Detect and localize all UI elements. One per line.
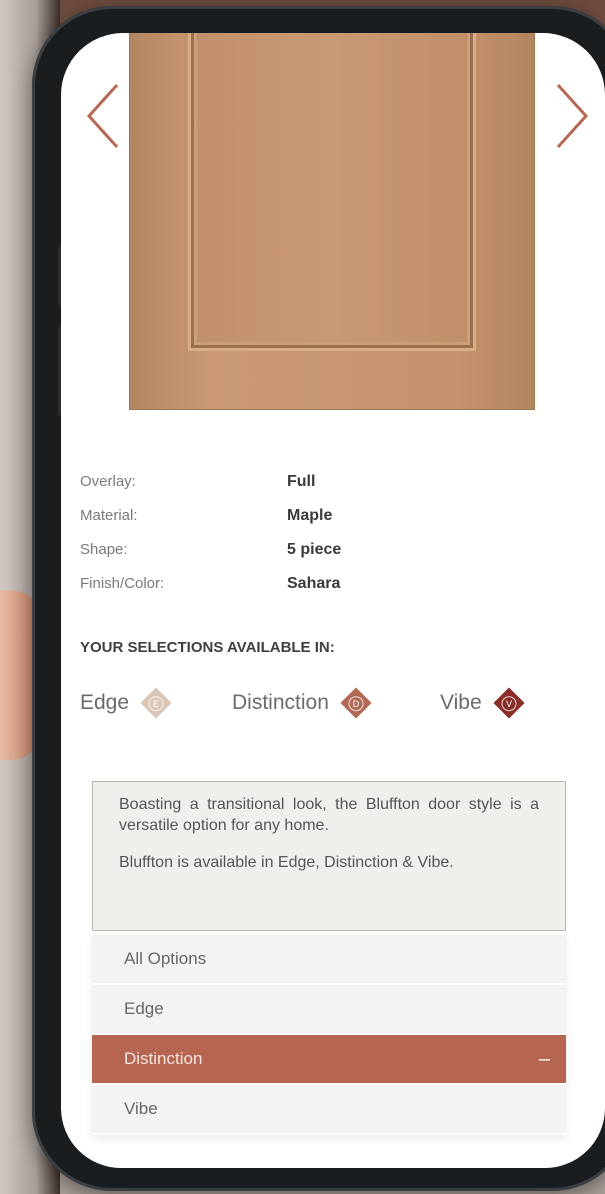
option-edge[interactable]: Edge xyxy=(92,985,566,1035)
distinction-diamond-icon: D xyxy=(340,687,372,719)
vibe-diamond-icon: V xyxy=(493,687,525,719)
spec-value: Sahara xyxy=(287,575,341,592)
option-distinction[interactable]: Distinction – xyxy=(92,1035,566,1085)
spec-row-material: Material: Maple xyxy=(80,507,580,541)
option-vibe[interactable]: Vibe xyxy=(92,1085,566,1135)
line-badge: E xyxy=(148,695,164,711)
prev-arrow-button[interactable] xyxy=(83,81,123,151)
spec-value: 5 piece xyxy=(287,541,342,558)
option-label: Edge xyxy=(124,999,164,1018)
availability-text: Bluffton is available in Edge, Distincti… xyxy=(119,854,454,871)
spec-value: Full xyxy=(287,473,316,490)
options-accordion: All Options Edge Distinction – Vibe xyxy=(92,935,566,1135)
phone-screen: Overlay: Full Material: Maple Shape: 5 p… xyxy=(61,33,605,1168)
option-label: Distinction xyxy=(124,1049,203,1068)
selections-title: YOUR SELECTIONS AVAILABLE IN: xyxy=(80,639,335,656)
product-lines: Edge E Distinction D Vibe V xyxy=(80,683,600,723)
specs-list: Overlay: Full Material: Maple Shape: 5 p… xyxy=(80,473,580,609)
description-box: Boasting a transitional look, the Blufft… xyxy=(92,781,566,931)
spec-label: Overlay: xyxy=(80,473,136,490)
line-label: Edge xyxy=(80,691,130,714)
option-all[interactable]: All Options xyxy=(92,935,566,985)
line-label: Vibe xyxy=(440,691,482,714)
next-arrow-button[interactable] xyxy=(552,81,592,151)
spec-label: Finish/Color: xyxy=(80,575,165,592)
description-text: Boasting a transitional look, the Blufft… xyxy=(119,796,539,834)
option-label: Vibe xyxy=(124,1099,158,1118)
line-badge: D xyxy=(348,695,364,711)
spec-row-shape: Shape: 5 piece xyxy=(80,541,580,575)
door-image xyxy=(130,33,534,409)
spec-label: Material: xyxy=(80,507,138,524)
chevron-left-icon xyxy=(86,83,119,149)
line-item-vibe[interactable]: Vibe V xyxy=(440,683,525,723)
line-badge: V xyxy=(501,695,517,711)
chevron-right-icon xyxy=(556,83,589,149)
spec-label: Shape: xyxy=(80,541,128,558)
collapse-minus-icon[interactable]: – xyxy=(539,1048,550,1071)
door-raised-panel xyxy=(188,33,476,351)
spec-row-finish: Finish/Color: Sahara xyxy=(80,575,580,609)
line-item-distinction[interactable]: Distinction D xyxy=(232,683,372,723)
spec-row-overlay: Overlay: Full xyxy=(80,473,580,507)
spec-value: Maple xyxy=(287,507,333,524)
option-label: All Options xyxy=(124,949,207,968)
edge-diamond-icon: E xyxy=(140,687,172,719)
line-item-edge[interactable]: Edge E xyxy=(80,683,172,723)
line-label: Distinction xyxy=(232,691,329,714)
